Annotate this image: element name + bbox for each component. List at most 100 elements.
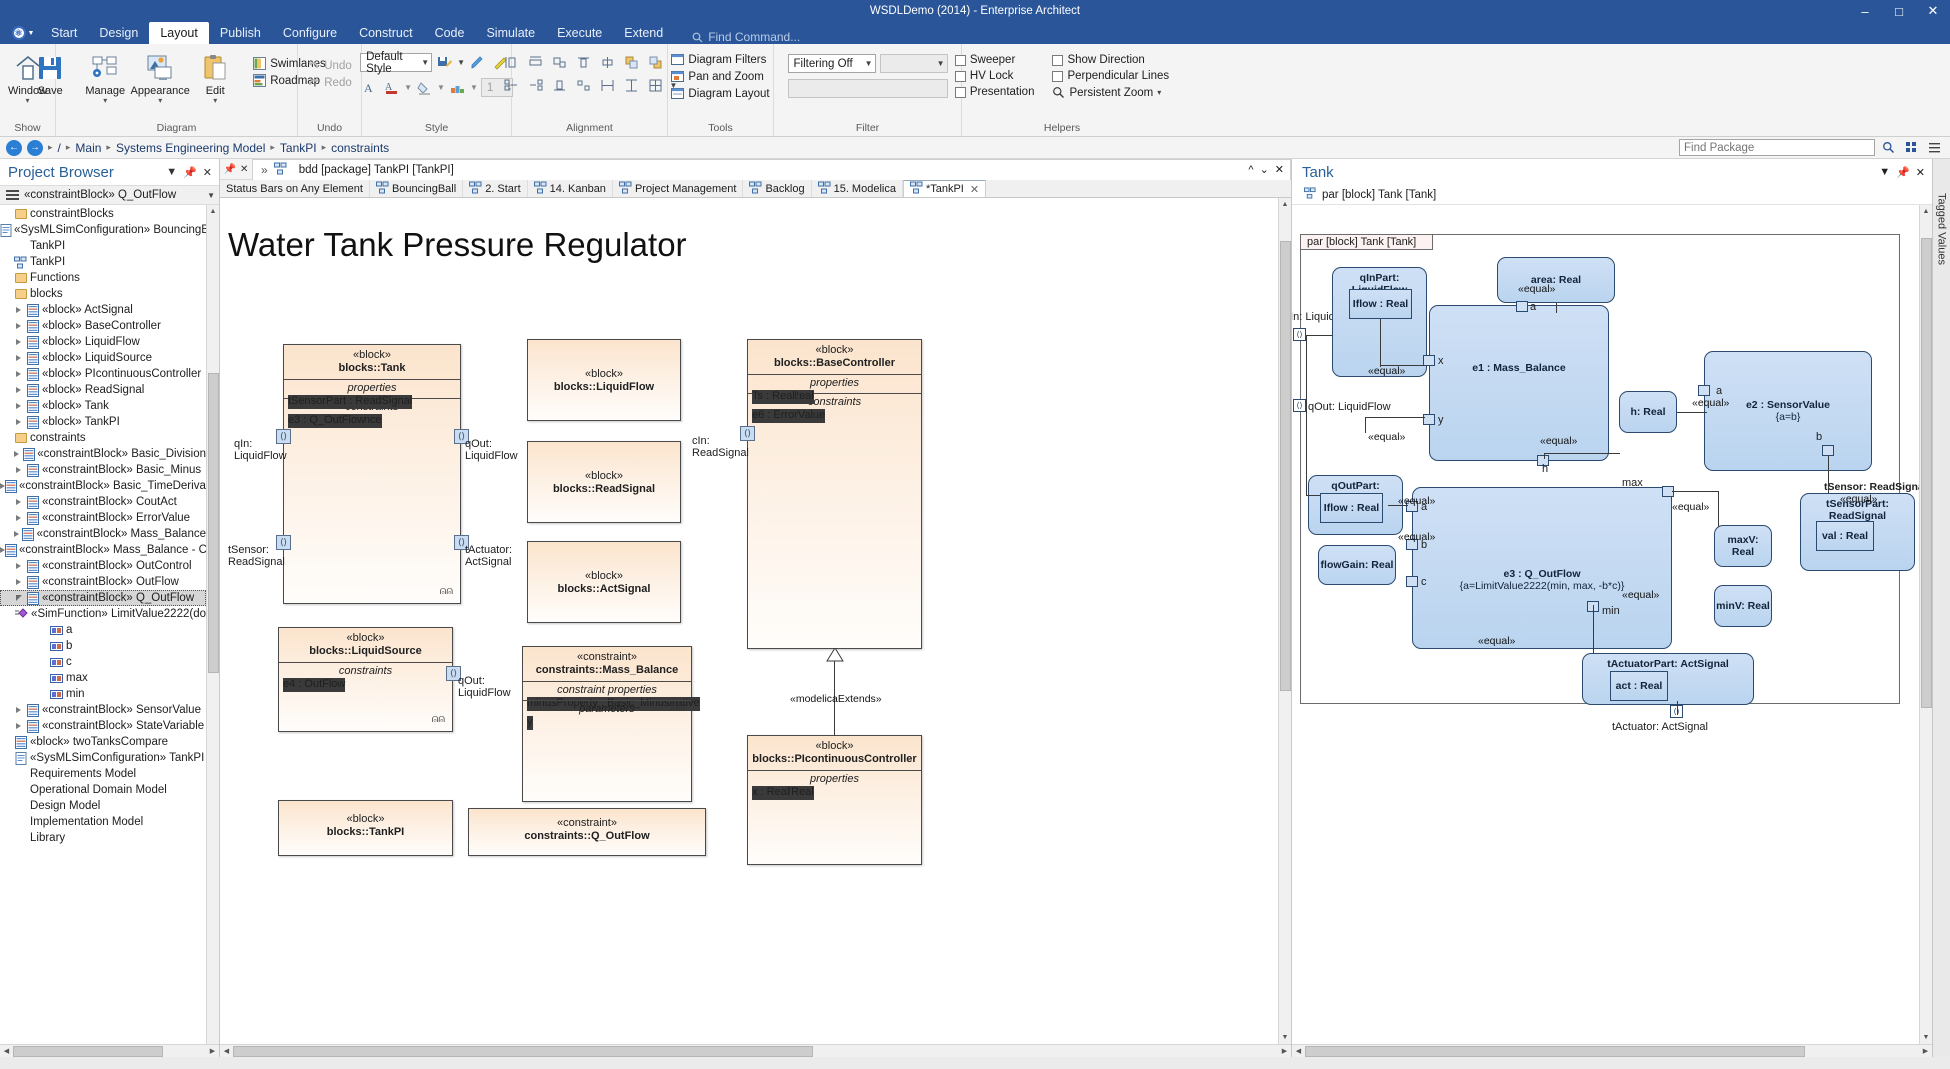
tree-item[interactable]: Design Model (0, 798, 206, 814)
distribute-icon[interactable] (574, 76, 593, 95)
breadcrumb-systems-engineering-model[interactable]: Systems Engineering Model (116, 141, 265, 155)
tree-item[interactable]: constraints (0, 430, 206, 446)
tree-item[interactable]: «constraintBlock» StateVariable (0, 718, 206, 734)
part-area[interactable]: area: Real (1497, 257, 1615, 303)
expand-arrow-icon[interactable] (16, 499, 21, 505)
ribbon-tab-configure[interactable]: Configure (272, 22, 348, 44)
expand-arrow-icon[interactable] (16, 467, 21, 473)
tree-item[interactable]: «constraintBlock» OutControl (0, 558, 206, 574)
port-qout-plug[interactable]: ⟨⟩ (1293, 399, 1306, 412)
restore-down-icon[interactable]: ⌄ (1260, 163, 1269, 176)
tree-item[interactable]: «block» ReadSignal (0, 382, 206, 398)
manage-button-caret[interactable]: ▾ (103, 97, 107, 104)
tree-item[interactable]: «block» LiquidSource (0, 350, 206, 366)
ribbon-tab-start[interactable]: Start (40, 22, 88, 44)
tree-item[interactable]: «constraintBlock» Mass_Balance - Cop (0, 542, 206, 558)
breadcrumb-main[interactable]: Main (75, 141, 101, 155)
scroll-thumb[interactable] (208, 373, 219, 673)
style-combo[interactable]: Default Style▼ (360, 53, 432, 72)
hv-lock-checkbox[interactable]: HV Lock (951, 68, 1039, 84)
align-height-icon[interactable] (502, 53, 521, 72)
appearance-button-caret[interactable]: ▾ (158, 97, 162, 104)
constraint-e2-sensorvalue[interactable]: e2 : SensorValue {a=b} (1704, 351, 1872, 471)
scroll-left-button[interactable]: ◀ (220, 1045, 233, 1058)
tree-item[interactable]: «SysMLSimConfiguration» TankPI (0, 750, 206, 766)
width-equal-icon[interactable] (598, 76, 617, 95)
tree-item[interactable]: «block» BaseController (0, 318, 206, 334)
part-tactuatorpart[interactable]: tActuatorPart: ActSignal (1582, 653, 1754, 705)
font-color-icon[interactable]: A (360, 78, 379, 97)
tree-item[interactable]: «SysMLSimConfiguration» BouncingBall (0, 222, 206, 238)
ribbon-tab-design[interactable]: Design (88, 22, 149, 44)
breadcrumb-constraints[interactable]: constraints (331, 141, 389, 155)
expand-arrow-icon[interactable] (14, 451, 19, 457)
tree-item[interactable]: «constraintBlock» Mass_Balance (0, 526, 206, 542)
edit-button-caret[interactable]: ▾ (213, 97, 217, 104)
tree-item[interactable]: c (0, 654, 206, 670)
tree-item[interactable]: «block» PIcontinuousController (0, 366, 206, 382)
scroll-thumb[interactable] (1280, 241, 1291, 691)
canvas-vscrollbar[interactable]: ▲ ▼ (1278, 198, 1291, 1044)
tree-item[interactable]: «constraintBlock» SensorValue (0, 702, 206, 718)
expand-arrow-icon[interactable] (16, 339, 21, 345)
gradient-caret[interactable]: ▼ (470, 83, 478, 92)
height-equal-icon[interactable] (622, 76, 641, 95)
diagram-canvas[interactable]: Water Tank Pressure Regulator «block» bl… (220, 198, 1278, 1044)
filter-combo[interactable]: Filtering Off▼ (788, 54, 876, 73)
tree-item[interactable]: a (0, 622, 206, 638)
context-caret-icon[interactable]: ▼ (207, 191, 215, 200)
document-tab[interactable]: *TankPI✕ (903, 180, 986, 197)
expand-arrow-icon[interactable] (16, 323, 21, 329)
block-q-outflow[interactable]: «constraint» constraints::Q_OutFlow (468, 808, 706, 856)
tagged-values-strip[interactable]: Tagged Values (1932, 159, 1950, 1057)
tree-item[interactable]: Library (0, 830, 206, 846)
scroll-up-button[interactable]: ▲ (207, 205, 220, 218)
tree-item[interactable]: «constraintBlock» CoutAct (0, 494, 206, 510)
tree-item[interactable]: «constraintBlock» OutFlow (0, 574, 206, 590)
document-tab[interactable]: Backlog (743, 180, 811, 197)
close-tab-icon[interactable]: ✕ (967, 183, 979, 196)
perpendicular-lines-checkbox[interactable]: Perpendicular Lines (1048, 68, 1173, 84)
block-picontinuouscontroller[interactable]: «block» blocks::PIcontinuousController p… (747, 735, 922, 865)
document-tab[interactable]: Status Bars on Any Element (220, 180, 370, 197)
tank-canvas-vscrollbar[interactable]: ▲ ▼ (1919, 205, 1932, 1044)
param-pin-a[interactable] (1516, 301, 1528, 312)
block-readsignal[interactable]: «block» blocks::ReadSignal (527, 441, 681, 523)
diagram-filters-button[interactable]: Diagram Filters (667, 51, 773, 68)
part-maxv[interactable]: maxV: Real (1714, 525, 1772, 567)
hscroll-thumb[interactable] (13, 1046, 163, 1057)
tree-item[interactable]: «block» ActSignal (0, 302, 206, 318)
grid-icon[interactable] (646, 76, 665, 95)
constraint-e3-q-outflow[interactable]: e3 : Q_OutFlow {a=LimitValue2222(min, ma… (1412, 487, 1672, 649)
part-tactuatorpart-act[interactable]: act : Real (1610, 671, 1668, 701)
project-tree-scrollbar[interactable]: ▲ (206, 205, 219, 1044)
align-top-icon[interactable] (574, 53, 593, 72)
expand-arrow-icon[interactable] (16, 387, 21, 393)
save-style-icon[interactable] (435, 53, 454, 72)
font-caret[interactable]: ▼ (404, 83, 412, 92)
param-pin-c[interactable] (1406, 576, 1418, 587)
part-qinpart-iflow[interactable]: Iflow : Real (1349, 289, 1412, 319)
constraint-e1-mass-balance[interactable]: e1 : Mass_Balance (1429, 305, 1609, 461)
fill-color-icon[interactable] (415, 78, 434, 97)
appearance-button[interactable]: Appearance ▾ (133, 49, 187, 104)
ribbon-tab-publish[interactable]: Publish (209, 22, 272, 44)
nav-back-icon[interactable]: ← (6, 140, 22, 156)
tree-item[interactable]: Operational Domain Model (0, 782, 206, 798)
space-left-icon[interactable] (502, 76, 521, 95)
edit-button[interactable]: Edit ▾ (188, 49, 242, 104)
tree-item[interactable]: «constraintBlock» Basic_Minus (0, 462, 206, 478)
tree-item[interactable]: TankPI (0, 238, 206, 254)
persistent-zoom-button[interactable]: Persistent Zoom ▾ (1048, 84, 1173, 101)
block-mass-balance[interactable]: «constraint» constraints::Mass_Balance c… (522, 646, 692, 802)
ribbon-tab-execute[interactable]: Execute (546, 22, 613, 44)
document-tab[interactable]: 14. Kanban (528, 180, 613, 197)
app-logo-icon[interactable]: ⚛▼ (6, 22, 40, 44)
expand-arrow-icon[interactable] (16, 403, 21, 409)
save-button[interactable]: Save (23, 49, 77, 97)
font-style-icon[interactable]: A (382, 78, 401, 97)
find-command[interactable]: Find Command... (692, 30, 800, 44)
block-liquidsource[interactable]: «block» blocks::LiquidSource constraints… (278, 627, 453, 732)
project-browser-context-row[interactable]: «constraintBlock» Q_OutFlow ▼ (0, 185, 219, 205)
document-tab[interactable]: BouncingBall (370, 180, 463, 197)
